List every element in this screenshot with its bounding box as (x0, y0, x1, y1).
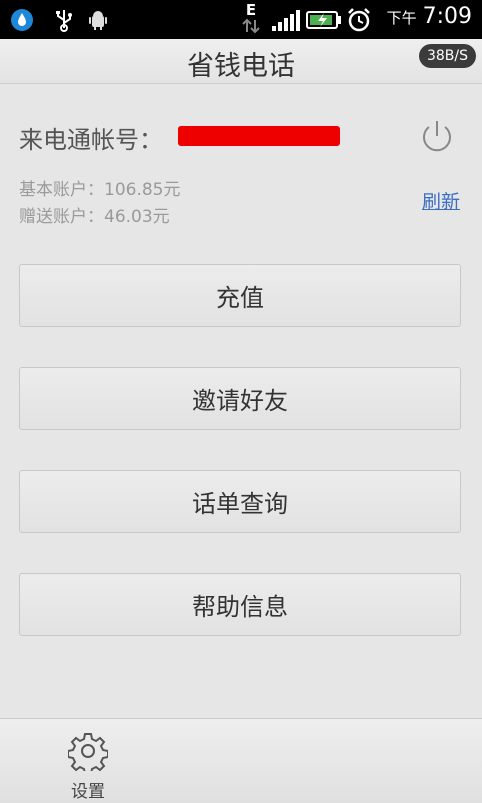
drop-app-icon (8, 6, 36, 34)
settings-label: 设置 (71, 782, 105, 802)
page-title: 省钱电话 (187, 51, 295, 82)
clock-time: 7:09 (422, 4, 472, 29)
invite-friends-button[interactable]: 邀请好友 (19, 367, 461, 430)
usb-icon (50, 6, 78, 34)
power-icon (423, 121, 451, 152)
help-info-button[interactable]: 帮助信息 (19, 573, 461, 636)
bottom-bar: 设置 (0, 718, 482, 803)
basic-account-balance: 基本账户：106.85元 (19, 180, 181, 200)
data-transfer-icon (242, 18, 260, 34)
battery-charging-icon (306, 6, 342, 34)
clock-ampm: 下午 (386, 9, 417, 27)
account-number-label: 来电通帐号： (19, 126, 163, 154)
recharge-button[interactable]: 充值 (19, 264, 461, 327)
network-type-indicator: E (240, 2, 262, 37)
title-bar: 省钱电话 38B/S (0, 39, 482, 84)
network-speed-badge: 38B/S (418, 44, 476, 68)
gift-account-balance: 赠送账户：46.03元 (19, 207, 170, 227)
alarm-clock-icon (345, 6, 373, 34)
clock: 下午 7:09 (387, 4, 472, 29)
signal-strength-icon (270, 6, 302, 34)
status-bar: E 下午 7:09 (0, 0, 482, 39)
refresh-link[interactable]: 刷新 (422, 187, 460, 214)
call-records-button[interactable]: 话单查询 (19, 470, 461, 533)
gear-icon (67, 733, 109, 775)
logout-power-button[interactable] (418, 117, 456, 155)
redacted-account-number (178, 126, 340, 146)
settings-button[interactable]: 设置 (62, 731, 114, 802)
android-debug-icon (84, 6, 112, 34)
